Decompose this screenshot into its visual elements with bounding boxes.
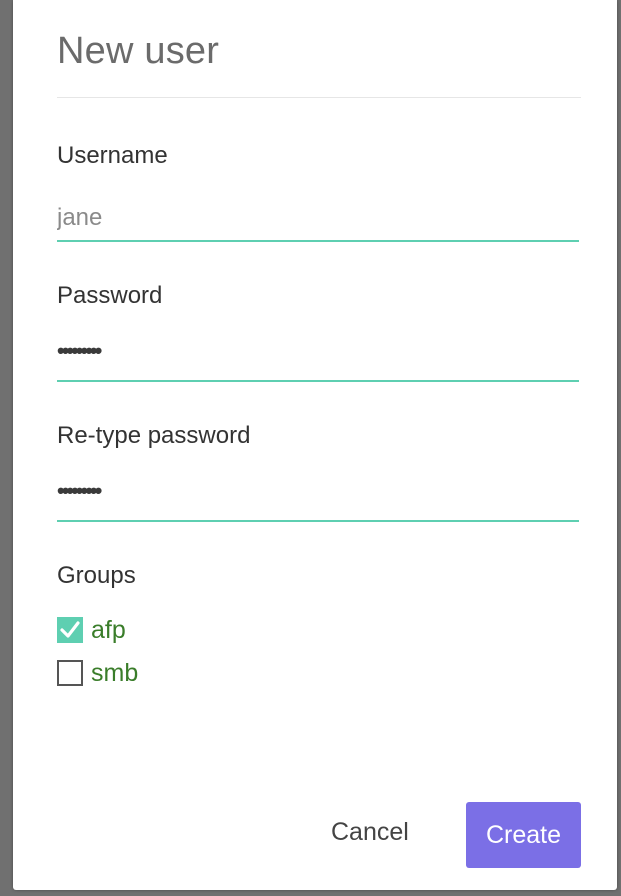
smb-label[interactable]: smb: [91, 659, 138, 688]
smb-checkbox[interactable]: [57, 660, 83, 686]
password-label: Password: [57, 282, 163, 309]
retype-password-label: Re-type password: [57, 422, 251, 449]
new-user-dialog: New user Username Password ••••••••• Re-…: [13, 0, 617, 890]
retype-password-input[interactable]: •••••••••: [57, 476, 579, 522]
group-option-afp[interactable]: afp: [57, 615, 126, 645]
title-divider: [57, 97, 581, 98]
create-button[interactable]: Create: [466, 802, 581, 868]
password-value: •••••••••: [57, 338, 102, 363]
cancel-button[interactable]: Cancel: [331, 818, 409, 847]
afp-checkbox[interactable]: [57, 617, 83, 643]
group-option-smb[interactable]: smb: [57, 658, 138, 688]
check-icon: [60, 621, 80, 638]
username-input[interactable]: [57, 196, 579, 242]
dialog-title: New user: [57, 30, 220, 72]
groups-label: Groups: [57, 562, 136, 589]
password-input[interactable]: •••••••••: [57, 336, 579, 382]
username-label: Username: [57, 142, 168, 169]
afp-label[interactable]: afp: [91, 616, 126, 645]
retype-password-value: •••••••••: [57, 478, 102, 503]
